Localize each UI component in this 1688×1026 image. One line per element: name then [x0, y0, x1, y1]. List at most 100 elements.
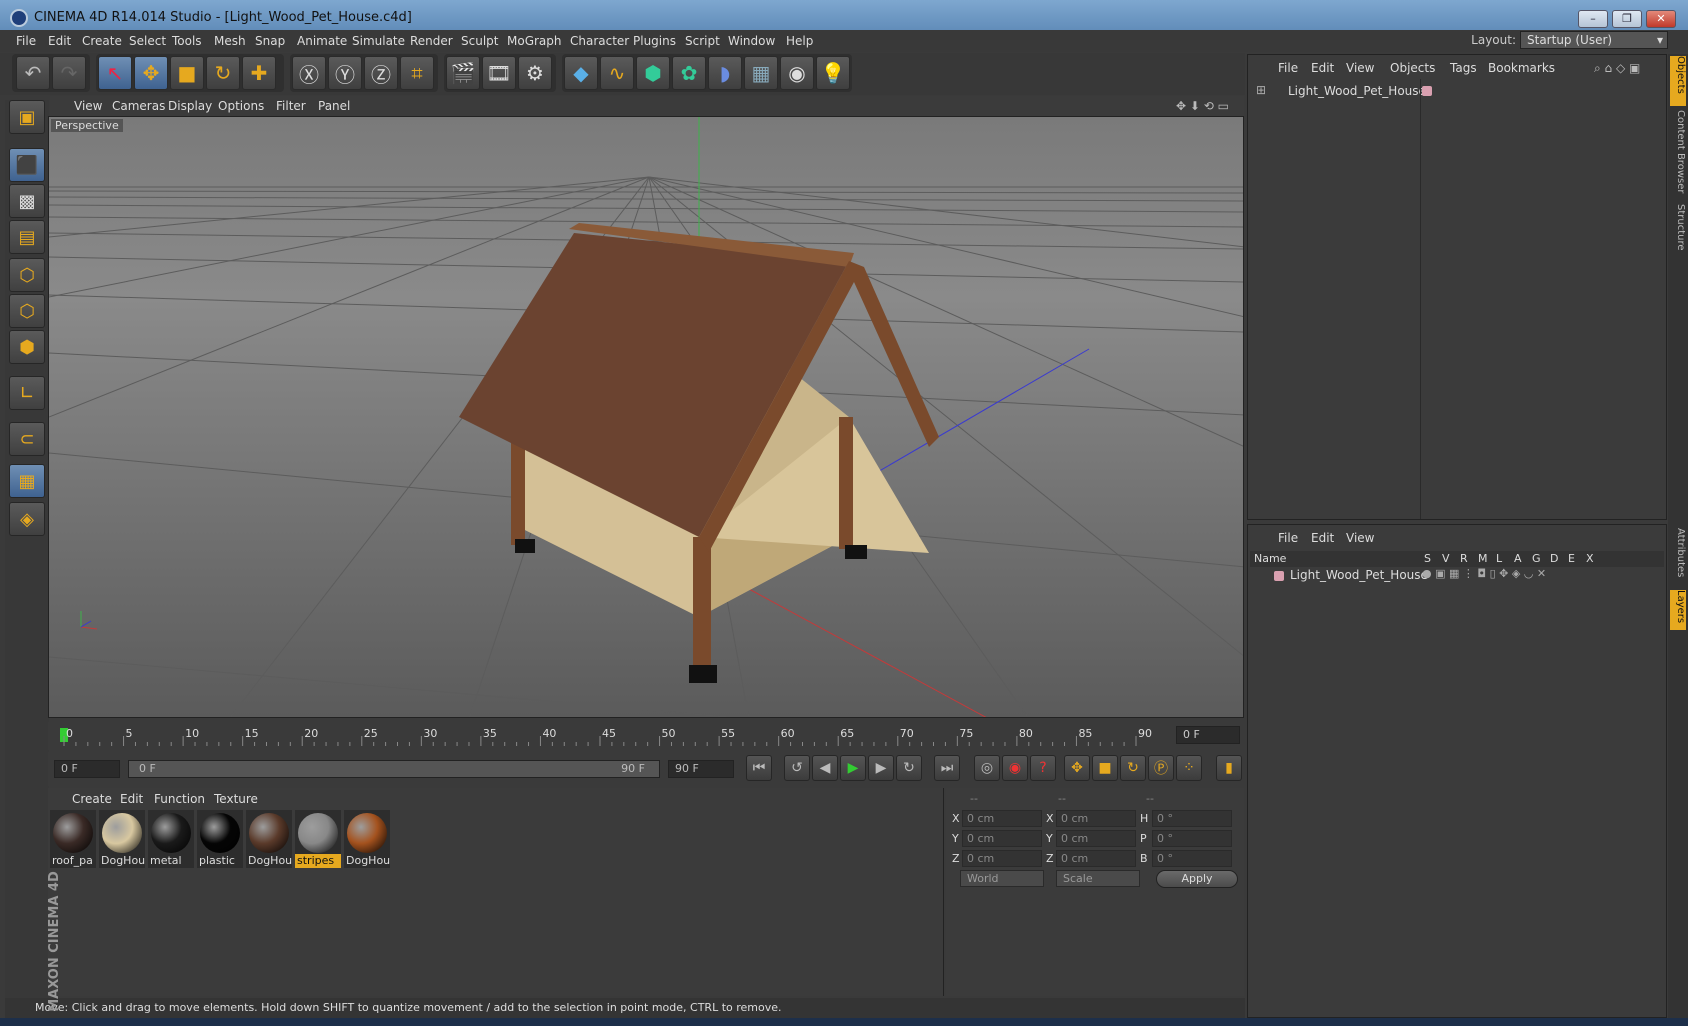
render-picture-icon[interactable]: 🎞 [482, 56, 516, 90]
rotate-icon[interactable]: ↻ [206, 56, 240, 90]
viewport-menu-display[interactable]: Display [168, 99, 212, 113]
menu-tools[interactable]: Tools [172, 34, 202, 48]
range-slider[interactable]: 0 F 90 F [128, 760, 660, 778]
move-icon[interactable]: ✥ [134, 56, 168, 90]
layer-flag-icons[interactable]: ● ▣ ▦ ⋮ ◘ ▯ ✥ ◈ ◡ ✕ [1422, 567, 1546, 580]
camera-icon[interactable]: ◉ [780, 56, 814, 90]
tab-layers[interactable]: Layers [1670, 590, 1686, 630]
timeline[interactable]: 0 5 10 15 20 25 30 35 40 45 50 55 60 65 70 75 80 85 90 0 F [48, 722, 1244, 750]
size-y-field[interactable]: 0 cm [1056, 830, 1136, 847]
obj-menu-bookmarks[interactable]: Bookmarks [1488, 61, 1555, 75]
size-z-field[interactable]: 0 cm [1056, 850, 1136, 867]
texture-mode-icon[interactable]: ▩ [9, 184, 45, 218]
viewport-3d[interactable]: Perspective [48, 116, 1244, 718]
obj-menu-file[interactable]: File [1278, 61, 1298, 75]
menu-script[interactable]: Script [685, 34, 720, 48]
mat-menu-edit[interactable]: Edit [120, 792, 143, 806]
tab-objects[interactable]: Objects [1670, 56, 1686, 106]
menu-window[interactable]: Window [728, 34, 775, 48]
add-icon[interactable]: ✚ [242, 56, 276, 90]
menu-file[interactable]: File [16, 34, 36, 48]
make-editable-icon[interactable]: ▣ [9, 100, 45, 134]
search-icon[interactable]: ⌕ ⌂ ◇ ▣ [1594, 61, 1640, 76]
mat-menu-create[interactable]: Create [72, 792, 112, 806]
layer-menu-view[interactable]: View [1346, 531, 1374, 545]
mat-menu-texture[interactable]: Texture [214, 792, 258, 806]
menu-create[interactable]: Create [82, 34, 122, 48]
object-row[interactable]: ⊞ Light_Wood_Pet_House [1252, 83, 1652, 101]
record-off-icon[interactable]: ◎ [974, 755, 1000, 781]
key-param-icon[interactable]: Ⓟ [1148, 755, 1174, 781]
tab-attributes[interactable]: Attributes [1670, 528, 1686, 586]
obj-menu-view[interactable]: View [1346, 61, 1374, 75]
rotation-b-field[interactable]: 0 ° [1152, 850, 1232, 867]
edges-mode-icon[interactable]: ⬡ [9, 294, 45, 328]
key-point-icon[interactable]: ⁘ [1176, 755, 1202, 781]
obj-menu-objects[interactable]: Objects [1390, 61, 1435, 75]
layout-select[interactable]: Startup (User) ▾ [1520, 31, 1668, 49]
prev-key-icon[interactable]: ↺ [784, 755, 810, 781]
points-mode-icon[interactable]: ⬡ [9, 258, 45, 292]
menu-mograph[interactable]: MoGraph [507, 34, 562, 48]
scene-floor-icon[interactable]: ▦ [744, 56, 778, 90]
material-swatch[interactable]: DogHou [99, 810, 145, 868]
record-icon[interactable]: ◉ [1002, 755, 1028, 781]
model-mode-icon[interactable]: ⬛ [9, 148, 45, 182]
cube-icon[interactable]: ◆ [564, 56, 598, 90]
y-axis-icon[interactable]: Ⓨ [328, 56, 362, 90]
tab-structure[interactable]: Structure [1670, 204, 1686, 264]
snap-icon[interactable]: ◈ [9, 502, 45, 536]
coordinate-system-icon[interactable]: ⌗ [400, 56, 434, 90]
rotation-p-field[interactable]: 0 ° [1152, 830, 1232, 847]
z-axis-icon[interactable]: Ⓩ [364, 56, 398, 90]
material-swatch[interactable]: metal [148, 810, 194, 868]
end-frame-field[interactable]: 90 F [668, 760, 734, 778]
step-back-icon[interactable]: ◀ [812, 755, 838, 781]
position-z-field[interactable]: 0 cm [962, 850, 1042, 867]
layer-menu-edit[interactable]: Edit [1311, 531, 1334, 545]
obj-menu-edit[interactable]: Edit [1311, 61, 1334, 75]
timeline-icon[interactable]: ▮ [1216, 755, 1242, 781]
close-button[interactable]: ✕ [1646, 10, 1676, 28]
workplane-icon[interactable]: ▤ [9, 220, 45, 254]
x-axis-icon[interactable]: Ⓧ [292, 56, 326, 90]
menu-edit[interactable]: Edit [48, 34, 71, 48]
tab-content-browser[interactable]: Content Browser [1670, 110, 1686, 200]
menu-plugins[interactable]: Plugins [633, 34, 676, 48]
scale-icon[interactable]: ■ [170, 56, 204, 90]
key-rotate-icon[interactable]: ↻ [1120, 755, 1146, 781]
maximize-button[interactable]: ❐ [1612, 10, 1642, 28]
timeline-ruler[interactable]: 0 5 10 15 20 25 30 35 40 45 50 55 60 65 70 75 80 85 90 [60, 728, 1172, 748]
menu-sculpt[interactable]: Sculpt [461, 34, 498, 48]
viewport-menu-view[interactable]: View [74, 99, 102, 113]
layer-menu-file[interactable]: File [1278, 531, 1298, 545]
play-icon[interactable]: ▶ [840, 755, 866, 781]
next-key-icon[interactable]: ↻ [896, 755, 922, 781]
viewport-nav-icons[interactable]: ✥ ⬇ ⟲ ▭ [1176, 99, 1229, 113]
scale-dropdown[interactable]: Scale [1056, 870, 1140, 887]
mat-menu-function[interactable]: Function [154, 792, 205, 806]
world-dropdown[interactable]: World [960, 870, 1044, 887]
minimize-button[interactable]: – [1578, 10, 1608, 28]
current-frame-field[interactable]: 0 F [1176, 726, 1240, 744]
menu-mesh[interactable]: Mesh [214, 34, 246, 48]
material-swatch[interactable]: DogHou [344, 810, 390, 868]
menu-animate[interactable]: Animate [297, 34, 347, 48]
menu-help[interactable]: Help [786, 34, 813, 48]
select-arrow-icon[interactable]: ↖ [98, 56, 132, 90]
layer-row[interactable]: Light_Wood_Pet_House ● ▣ ▦ ⋮ ◘ ▯ ✥ ◈ ◡ ✕ [1250, 567, 1664, 585]
viewport-menu-panel[interactable]: Panel [318, 99, 350, 113]
rotation-h-field[interactable]: 0 ° [1152, 810, 1232, 827]
menu-render[interactable]: Render [410, 34, 453, 48]
size-x-field[interactable]: 0 cm [1056, 810, 1136, 827]
autokey-icon[interactable]: ? [1030, 755, 1056, 781]
viewport-menu-options[interactable]: Options [218, 99, 264, 113]
redo-icon[interactable]: ↷ [52, 56, 86, 90]
nurbs-icon[interactable]: ⬢ [636, 56, 670, 90]
key-move-icon[interactable]: ✥ [1064, 755, 1090, 781]
material-swatch[interactable]: stripes [295, 810, 341, 868]
go-to-end-icon[interactable]: ⏭ [934, 755, 960, 781]
menu-snap[interactable]: Snap [255, 34, 285, 48]
material-swatch[interactable]: plastic [197, 810, 243, 868]
workplane-lock-icon[interactable]: ▦ [9, 464, 45, 498]
